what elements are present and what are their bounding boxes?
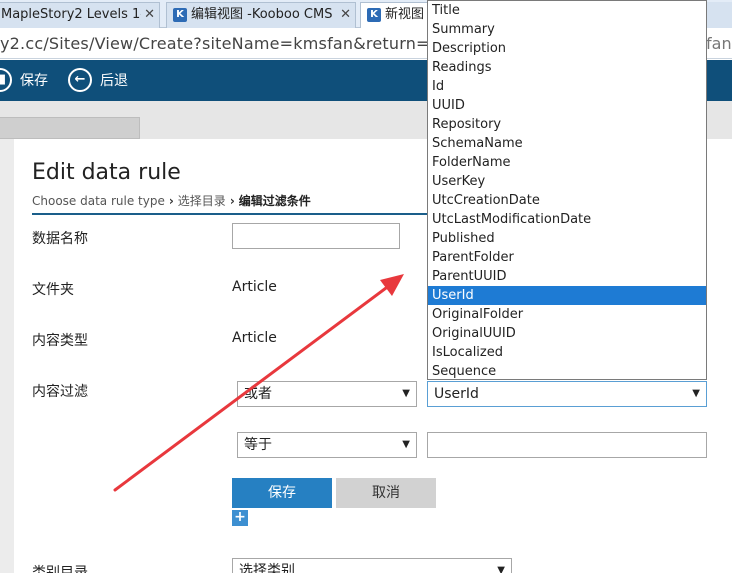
operator-select-value: 等于 [244, 437, 272, 453]
dropdown-option[interactable]: IsLocalized [428, 343, 706, 362]
breadcrumb-step-2[interactable]: 选择目录 [178, 194, 226, 208]
dropdown-option[interactable]: Repository [428, 115, 706, 134]
save-toolbar-label: 保存 [20, 73, 48, 89]
dropdown-option[interactable]: ParentFolder [428, 248, 706, 267]
k-logo-icon: K [173, 8, 187, 22]
plus-icon[interactable]: + [232, 510, 248, 526]
cancel-button[interactable]: 取消 [336, 478, 436, 508]
tab-title: 编辑视图 -Kooboo CMS [191, 7, 333, 22]
chevron-right-icon: › [229, 194, 235, 208]
breadcrumb-step-1[interactable]: Choose data rule type [32, 194, 165, 208]
content-type-value: Article [232, 330, 277, 346]
url-tail-text: fana [706, 34, 732, 53]
breadcrumb-step-3: 编辑过滤条件 [238, 194, 311, 208]
dropdown-option[interactable]: Summary [428, 20, 706, 39]
breadcrumb: Choose data rule type › 选择目录 › 编辑过滤条件 [32, 192, 311, 209]
data-name-input[interactable] [232, 223, 400, 249]
content-filter-label: 内容过滤 [32, 384, 88, 400]
dropdown-option[interactable]: Description [428, 39, 706, 58]
back-toolbar-label: 后退 [100, 73, 128, 89]
tab-title: 新视图 [385, 7, 425, 22]
browser-tab-new-view[interactable]: K 新视图 [360, 2, 430, 28]
back-toolbar-button[interactable]: ← 后退 [68, 68, 138, 94]
panel-tab[interactable] [0, 117, 140, 139]
dropdown-option[interactable]: OriginalUUID [428, 324, 706, 343]
chevron-down-icon: ▼ [497, 565, 505, 573]
dropdown-option[interactable]: FolderName [428, 153, 706, 172]
field-select-value: UserId [434, 386, 479, 402]
dropdown-option[interactable]: SchemaName [428, 134, 706, 153]
operator-select[interactable]: 等于 ▼ [237, 432, 417, 458]
left-margin [0, 139, 14, 573]
chevron-down-icon: ▼ [692, 388, 700, 399]
url-text: y2.cc/Sites/View/Create?siteName=kmsfan&… [0, 34, 465, 53]
dropdown-option[interactable]: ParentUUID [428, 267, 706, 286]
folder-label: 文件夹 [32, 282, 74, 298]
category-select[interactable]: 选择类别 ▼ [232, 558, 512, 573]
dropdown-option[interactable]: UserId [428, 286, 706, 305]
dropdown-option[interactable]: UtcLastModificationDate [428, 210, 706, 229]
folder-value: Article [232, 279, 277, 295]
browser-tab-maplestory[interactable]: MapleStory2 Levels 1-10 ✕ [0, 2, 160, 28]
dropdown-option[interactable]: Title [428, 1, 706, 20]
category-select-value: 选择类别 [239, 563, 295, 573]
save-toolbar-button[interactable]: ■ 保存 [0, 68, 58, 94]
k-logo-icon: K [367, 8, 381, 22]
dropdown-option[interactable]: UUID [428, 96, 706, 115]
field-dropdown-list[interactable]: Title Summary Description Readings Id UUID Rep… [427, 0, 707, 380]
dropdown-option[interactable]: UtcCreationDate [428, 191, 706, 210]
chevron-down-icon: ▼ [402, 388, 410, 399]
dropdown-option[interactable]: Id [428, 77, 706, 96]
browser-tab-edit-view[interactable]: K 编辑视图 -Kooboo CMS ✕ [166, 2, 356, 28]
filter-value-input[interactable] [427, 432, 707, 458]
chevron-right-icon: › [168, 194, 174, 208]
dropdown-option[interactable]: Published [428, 229, 706, 248]
logic-select[interactable]: 或者 ▼ [237, 381, 417, 407]
dropdown-option[interactable]: UserKey [428, 172, 706, 191]
dropdown-option[interactable]: Readings [428, 58, 706, 77]
chevron-down-icon: ▼ [402, 439, 410, 450]
dropdown-option[interactable]: Sequence [428, 362, 706, 379]
save-button[interactable]: 保存 [232, 478, 332, 508]
data-name-label: 数据名称 [32, 231, 88, 247]
tab-title: MapleStory2 Levels 1-10 [1, 7, 141, 22]
category-label: 类别目录 [32, 565, 88, 573]
screenshot-root: { "browser": { "tabs": [ {"title": "Mapl… [0, 0, 732, 573]
annotation-arrow-head [380, 274, 404, 296]
close-icon[interactable]: ✕ [144, 3, 155, 27]
save-icon: ■ [0, 68, 12, 92]
logic-select-value: 或者 [244, 386, 272, 402]
new-tab-button[interactable] [706, 2, 732, 28]
dropdown-option[interactable]: OriginalFolder [428, 305, 706, 324]
back-arrow-icon: ← [68, 68, 92, 92]
content-type-label: 内容类型 [32, 333, 88, 349]
heading-divider [32, 213, 428, 215]
close-icon[interactable]: ✕ [340, 3, 351, 27]
field-select[interactable]: UserId ▼ [427, 381, 707, 407]
page-title: Edit data rule [32, 160, 181, 185]
